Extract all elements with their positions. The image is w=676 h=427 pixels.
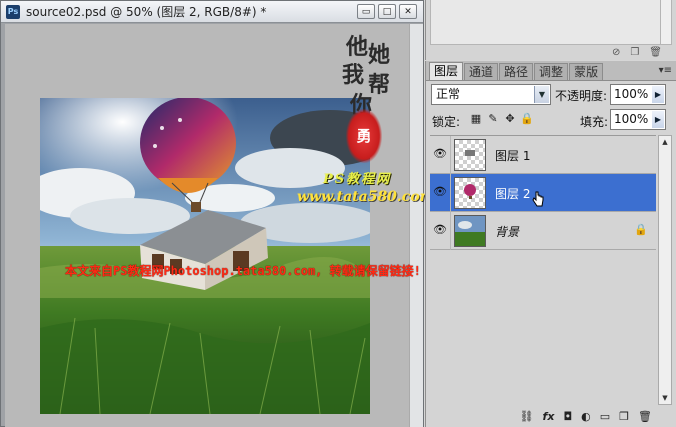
window-controls: ▭ □ ✕	[357, 4, 417, 19]
composite-photo	[40, 98, 370, 414]
layer-name: 图层 1	[495, 149, 531, 163]
maximize-button[interactable]: □	[378, 4, 396, 19]
document-title: source02.psd @ 50% (图层 2, RGB/8#) *	[26, 5, 267, 19]
panel-tabs: 图层 通道 路径 调整 蒙版 ▾≡	[426, 61, 676, 81]
close-button[interactable]: ✕	[399, 4, 417, 19]
group-folder-icon[interactable]: ▭	[600, 410, 610, 423]
fx-icon[interactable]: fx	[543, 410, 555, 423]
layer-list: 👁 图层 1 👁 图层 2 👁 背景 🔒	[430, 135, 656, 405]
canvas-image[interactable]	[40, 98, 370, 414]
layer-thumbnail	[454, 215, 486, 247]
fill-arrow-icon[interactable]: ▶	[652, 111, 664, 128]
new-icon[interactable]: ❐	[630, 47, 639, 58]
upper-panel-scrollbar[interactable]	[660, 0, 672, 45]
layers-footer-toolbar: ⛓ fx ◘ ◐ ▭ ❐ 🗑	[426, 407, 676, 425]
layers-panel: 图层 通道 路径 调整 蒙版 ▾≡ 正常 ▼ 不透明度: 100% ▶ 锁定: …	[425, 61, 676, 427]
document-vertical-scrollbar[interactable]	[409, 24, 423, 427]
chevron-down-icon[interactable]: ▼	[534, 86, 549, 103]
layer-1-thumb-art	[465, 150, 475, 156]
background-thumb-art	[455, 216, 485, 246]
blend-mode-select[interactable]: 正常 ▼	[431, 84, 551, 105]
opacity-value: 100%	[614, 87, 649, 101]
layer-name: 背景	[495, 225, 520, 239]
layer-thumbnail	[454, 139, 486, 171]
opacity-arrow-icon[interactable]: ▶	[652, 86, 664, 103]
tab-masks[interactable]: 蒙版	[569, 63, 604, 80]
fill-label: 填充:	[580, 115, 609, 129]
document-titlebar[interactable]: Ps source02.psd @ 50% (图层 2, RGB/8#) * ▭…	[1, 1, 423, 23]
eye-visibility-icon[interactable]: 👁	[433, 224, 447, 235]
tab-paths[interactable]: 路径	[499, 63, 534, 80]
lock-icon: 🔒	[634, 223, 648, 236]
hand-cursor-icon	[532, 191, 544, 207]
divider	[450, 136, 451, 174]
lock-move-icon[interactable]: ✥	[503, 112, 517, 126]
lock-all-icon[interactable]: 🔒	[520, 112, 534, 126]
document-window[interactable]: Ps source02.psd @ 50% (图层 2, RGB/8#) * ▭…	[0, 0, 434, 427]
layers-scrollbar[interactable]: ▲ ▼	[658, 135, 672, 405]
opacity-input[interactable]: 100% ▶	[610, 84, 666, 105]
lock-label: 锁定:	[432, 115, 461, 129]
lock-brush-icon[interactable]: ✎	[486, 112, 500, 126]
divider	[450, 212, 451, 250]
delete-layer-icon[interactable]: 🗑	[638, 410, 652, 423]
mask-icon[interactable]: ◘	[563, 410, 572, 423]
adjustment-icon[interactable]: ◐	[581, 410, 591, 423]
layer-name: 图层 2	[495, 187, 531, 201]
scroll-down-icon[interactable]: ▼	[659, 392, 671, 404]
link-icon[interactable]: ⛓	[520, 410, 534, 423]
circle-slash-icon[interactable]: ⊘	[612, 47, 620, 58]
scroll-up-icon[interactable]: ▲	[659, 136, 671, 148]
site-name-watermark: PS教程网	[323, 172, 392, 187]
blend-mode-value: 正常	[436, 87, 461, 101]
eye-visibility-icon[interactable]: 👁	[433, 148, 447, 159]
lock-transparent-icon[interactable]: ▦	[469, 112, 483, 126]
watermark-char: 她	[368, 42, 391, 68]
fill-value: 100%	[614, 112, 649, 126]
lock-row: 锁定: ▦ ✎ ✥ 🔒 填充: 100% ▶	[426, 109, 676, 131]
upper-panel-content	[430, 0, 662, 45]
fill-input[interactable]: 100% ▶	[610, 109, 666, 130]
red-seal-stamp: 勇	[346, 109, 382, 163]
photoshop-workspace: Ps source02.psd @ 50% (图层 2, RGB/8#) * ▭…	[0, 0, 676, 427]
watermark-char: 我	[342, 62, 365, 88]
eye-visibility-icon[interactable]: 👁	[433, 186, 447, 197]
minimize-button[interactable]: ▭	[357, 4, 375, 19]
divider	[450, 174, 451, 212]
trash-icon[interactable]: 🗑	[649, 47, 662, 58]
tab-channels[interactable]: 通道	[464, 63, 499, 80]
layer-row[interactable]: 👁 图层 1	[430, 136, 656, 174]
layer-thumbnail	[454, 177, 486, 209]
balloon-thumb-art	[464, 184, 476, 199]
blend-row: 正常 ▼ 不透明度: 100% ▶	[426, 84, 676, 106]
site-url-watermark: www.tata580.com	[297, 189, 435, 205]
new-layer-icon[interactable]: ❐	[619, 410, 629, 423]
panel-menu-icon[interactable]: ▾≡	[659, 65, 672, 76]
upper-panel: ⊘ ❐ 🗑	[425, 0, 676, 60]
tab-layers[interactable]: 图层	[429, 62, 464, 80]
layer-row-background[interactable]: 👁 背景 🔒	[430, 212, 656, 250]
layer-row-selected[interactable]: 👁 图层 2	[430, 174, 656, 212]
copyright-notice: 本文来自PS教程网Photoshop.tata580.com, 转载请保留链接!	[65, 264, 421, 278]
photoshop-app-icon: Ps	[6, 4, 20, 19]
upper-panel-footer: ⊘ ❐ 🗑	[426, 45, 676, 60]
tab-adjustments[interactable]: 调整	[534, 63, 569, 80]
opacity-label: 不透明度:	[555, 89, 608, 103]
